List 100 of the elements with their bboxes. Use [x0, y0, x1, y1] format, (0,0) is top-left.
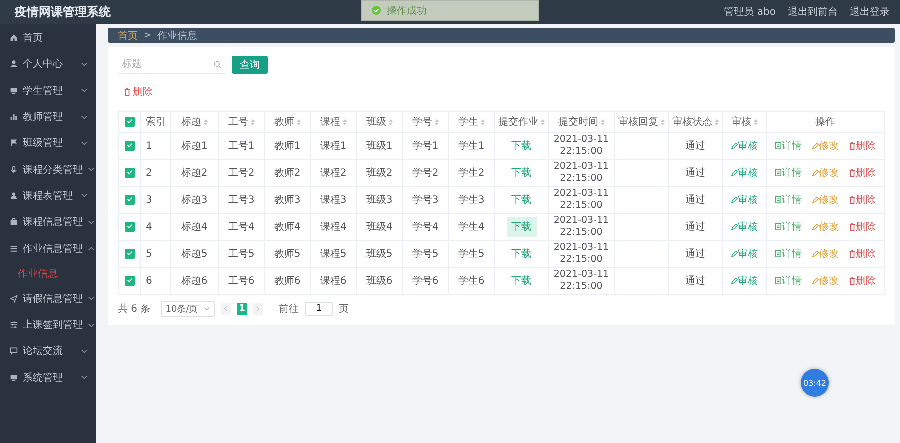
edit-link[interactable]: 修改	[812, 220, 839, 234]
sidebar-menu-item[interactable]: 课程信息管理	[0, 209, 96, 236]
detail-link[interactable]: 详情	[775, 274, 802, 288]
sidebar-menu-item[interactable]: 个人中心	[0, 51, 96, 78]
header-link[interactable]: 退出到前台	[788, 5, 838, 19]
sidebar-menu-item[interactable]: 课程表管理	[0, 182, 96, 210]
sidebar-menu-item[interactable]: 学生管理	[0, 78, 96, 104]
sidebar-menu-item[interactable]: 作业信息管理	[0, 235, 96, 262]
delete-link[interactable]: 删除	[849, 139, 876, 153]
delete-link[interactable]: 删除	[849, 274, 876, 288]
sidebar-menu-item[interactable]: 上课签到管理	[0, 312, 96, 338]
table-cell: 学号2	[402, 160, 448, 186]
prev-page-button[interactable]	[221, 303, 232, 315]
download-link[interactable]: 下载	[506, 217, 536, 237]
table-cell: 标题6	[170, 268, 218, 294]
table-cell: 课程3	[310, 186, 356, 214]
admin-user-link[interactable]: 管理员 abo	[724, 5, 776, 19]
pencil-icon	[812, 196, 819, 204]
checkbox[interactable]	[124, 194, 134, 205]
checkbox[interactable]	[124, 116, 134, 127]
sidebar-menu-item[interactable]: 请假信息管理	[0, 286, 96, 312]
chevron-down-icon	[204, 307, 210, 311]
table-cell: 通过	[668, 186, 722, 214]
table-cell: 课程4	[310, 214, 356, 240]
pencil-icon	[731, 277, 738, 285]
chevron-down-icon	[88, 167, 95, 172]
checkbox[interactable]	[124, 276, 134, 286]
checkmark-icon	[126, 143, 132, 148]
checkmark-icon	[126, 197, 132, 202]
pencil-icon	[812, 223, 819, 231]
table-cell: 学号5	[402, 240, 448, 268]
pencil-icon	[812, 142, 819, 150]
pencil-icon	[731, 196, 738, 204]
delete-link[interactable]: 删除	[849, 166, 876, 180]
header-link[interactable]: 退出登录	[850, 5, 890, 19]
delete-link[interactable]: 删除	[849, 247, 876, 261]
sidebar-menu-item[interactable]: 班级管理	[0, 130, 96, 156]
breadcrumb-separator: >	[144, 30, 152, 40]
edit-link[interactable]: 修改	[812, 139, 839, 153]
chevron-right-icon	[256, 306, 260, 312]
detail-link[interactable]: 详情	[775, 139, 802, 153]
breadcrumb-link[interactable]: 首页	[118, 28, 138, 42]
trash-icon	[849, 169, 856, 177]
home-icon	[10, 34, 18, 42]
search-field[interactable]: 标题	[118, 56, 226, 74]
table-cell: 教师2	[264, 160, 310, 186]
table-cell: 标题3	[170, 186, 218, 214]
sidebar-submenu-item[interactable]: 作业信息	[0, 262, 96, 286]
delete-link[interactable]: 删除	[849, 220, 876, 234]
sidebar-menu-item[interactable]: 教师管理	[0, 104, 96, 130]
edit-link[interactable]: 修改	[812, 274, 839, 288]
app-title: 疫情网课管理系统	[15, 4, 111, 20]
table-cell: 教师4	[264, 214, 310, 240]
pencil-icon	[731, 250, 738, 258]
checkbox[interactable]	[124, 140, 134, 151]
table-cell: 5	[140, 240, 170, 268]
page-jump-field[interactable]: 1	[305, 302, 334, 316]
briefcase-icon	[10, 218, 18, 226]
chevron-down-icon	[81, 140, 88, 146]
sidebar-menu-item[interactable]: 首页	[0, 25, 96, 52]
delete-button[interactable]: 删除	[124, 85, 153, 99]
document-icon	[775, 223, 782, 231]
sidebar-menu-item[interactable]: 系统管理	[0, 364, 96, 391]
detail-link[interactable]: 详情	[775, 193, 802, 207]
edit-link[interactable]: 修改	[812, 166, 839, 180]
pencil-icon	[812, 169, 819, 177]
sort-icon	[540, 118, 544, 126]
page-number-button[interactable]: 1	[237, 303, 248, 315]
table-cell: 通过	[668, 240, 722, 268]
table-cell: 课程5	[310, 240, 356, 268]
pencil-icon	[731, 223, 738, 231]
sidebar-menu-item[interactable]: 课程分类管理	[0, 156, 96, 183]
table-cell: 班级5	[356, 240, 402, 268]
search-button[interactable]: 查询	[232, 56, 268, 74]
edit-link[interactable]: 修改	[812, 193, 839, 207]
send-icon	[10, 294, 18, 303]
sort-icon	[714, 118, 718, 126]
document-icon	[775, 277, 782, 285]
checkbox[interactable]	[124, 168, 134, 178]
delete-link[interactable]: 删除	[849, 193, 876, 207]
next-page-button[interactable]	[253, 303, 264, 315]
sidebar-menu-item[interactable]: 论坛交流	[0, 338, 96, 365]
table-cell: 课程1	[310, 132, 356, 160]
checkbox[interactable]	[124, 248, 134, 259]
detail-link[interactable]: 详情	[775, 247, 802, 261]
edit-link[interactable]: 修改	[812, 247, 839, 261]
detail-link[interactable]: 详情	[775, 166, 802, 180]
table-cell: 学生1	[448, 132, 494, 160]
chat-bubble-icon	[10, 347, 18, 356]
pencil-icon	[731, 142, 738, 150]
sort-icon	[342, 118, 346, 126]
table-cell: 学号6	[402, 268, 448, 294]
toast-message: 操作成功	[387, 4, 427, 18]
detail-link[interactable]: 详情	[775, 220, 802, 234]
timer-badge: 03:42	[801, 369, 829, 397]
trash-icon	[849, 196, 856, 204]
document-icon	[775, 142, 782, 150]
page-size-select[interactable]: 10条/页	[160, 301, 216, 317]
pencil-icon	[812, 277, 819, 285]
checkbox[interactable]	[124, 222, 134, 232]
